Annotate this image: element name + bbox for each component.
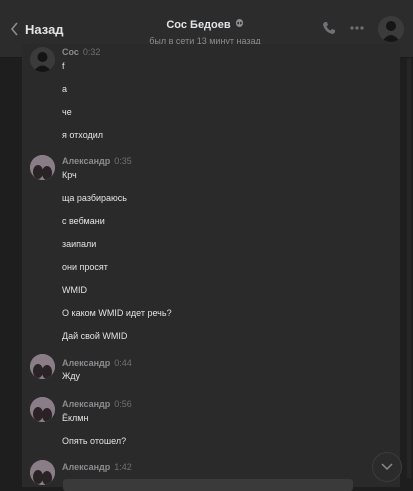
message-text: ща разбираюсь [62, 193, 127, 203]
author-name[interactable]: Александр [62, 399, 110, 409]
message-text: заипали [62, 239, 97, 249]
message-time: 0:35 [114, 156, 132, 166]
message-text: О каком WMID идет речь? [62, 308, 172, 318]
author-name[interactable]: Александр [62, 156, 110, 166]
alien-icon [235, 19, 244, 31]
chevron-down-icon [381, 463, 393, 471]
message-author: Александр 1:42 [62, 462, 132, 472]
scroll-down-button[interactable] [372, 452, 402, 482]
chevron-left-icon [10, 22, 18, 36]
message-list[interactable]: Сос 0:32 f а че я отходил Александр 0:35 К… [22, 44, 400, 487]
message-text: Опять отошел? [62, 436, 127, 446]
message-text: я отходил [62, 130, 104, 140]
contact-avatar[interactable] [378, 16, 404, 42]
message-time: 0:44 [114, 358, 132, 368]
scrollbar[interactable] [407, 58, 411, 478]
message-text: они просят [62, 262, 108, 272]
message-text: с вебмани [62, 216, 105, 226]
message-author: Александр 0:56 [62, 399, 132, 409]
message-text: WMID [62, 285, 87, 295]
chat-title-block[interactable]: Сос Бедоев был в сети 13 минут назад [100, 15, 310, 46]
message-time: 0:32 [82, 47, 101, 57]
avatar[interactable] [30, 397, 55, 422]
message-text: Крч [62, 170, 77, 180]
message-author: Александр 0:44 [62, 358, 132, 368]
avatar[interactable] [30, 460, 55, 485]
message-text: Жду [62, 371, 81, 381]
message-text: че [62, 107, 72, 117]
avatar[interactable] [30, 155, 55, 180]
author-name[interactable]: Александр [62, 462, 110, 472]
contact-name: Сос Бедоев [166, 19, 231, 31]
phone-icon[interactable] [322, 21, 336, 40]
avatar[interactable] [30, 354, 55, 379]
avatar[interactable] [30, 47, 55, 72]
message-text: а [62, 84, 68, 94]
message-text: Ёклмн [62, 413, 89, 423]
message-time: 0:56 [114, 399, 132, 409]
author-name[interactable]: Сос [62, 47, 79, 57]
back-label: Назад [25, 21, 64, 37]
message-author: Александр 0:35 [62, 156, 132, 166]
message-time: 1:42 [114, 462, 132, 472]
author-name[interactable]: Александр [62, 358, 110, 368]
more-icon[interactable] [350, 21, 364, 40]
message-text: Дай свой WMID [62, 331, 128, 341]
contact-name-row: Сос Бедоев [166, 19, 243, 31]
message-text: f [62, 61, 65, 71]
back-button[interactable]: Назад [10, 18, 64, 40]
message-author: Сос 0:32 [62, 47, 100, 57]
message-composer[interactable] [63, 479, 353, 491]
